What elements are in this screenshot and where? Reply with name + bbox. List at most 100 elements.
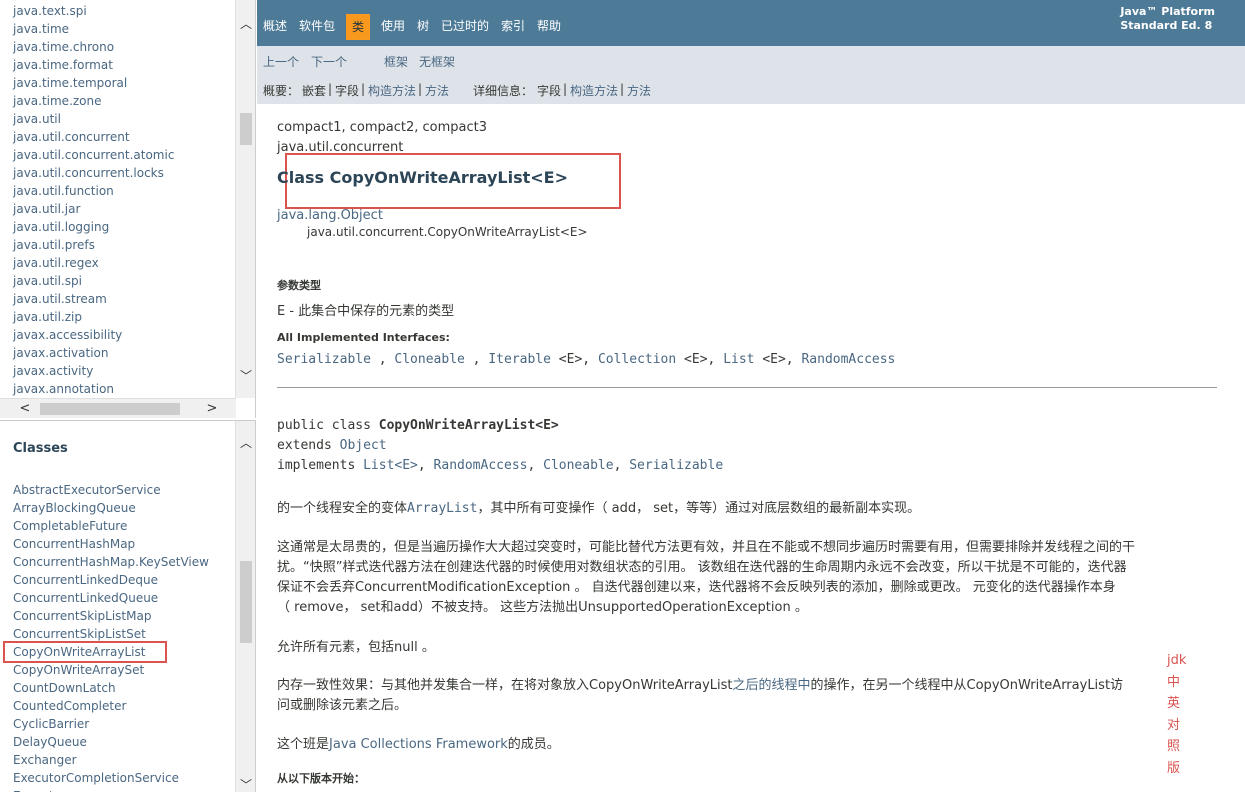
class-list-frame: Classes AbstractExecutorService ArrayBloc…	[0, 420, 256, 792]
declaration-line1: public class CopyOnWriteArrayList<E>	[277, 418, 559, 433]
nav-package[interactable]: 软件包	[299, 14, 335, 42]
inherit-object-link[interactable]: java.lang.Object	[277, 208, 383, 223]
scroll-down-icon[interactable]: ﹀	[236, 775, 255, 792]
platform-label: Java™ Platform Standard Ed. 8	[1120, 5, 1215, 32]
class-link[interactable]: ConcurrentLinkedDeque	[13, 571, 233, 589]
next-class-link[interactable]: 下一个	[311, 53, 347, 70]
class-list: AbstractExecutorService ArrayBlockingQueu…	[3, 481, 233, 792]
inherit-class: java.util.concurrent.CopyOnWriteArrayLis…	[307, 225, 588, 239]
scrollbar-thumb[interactable]	[240, 113, 252, 145]
class-link[interactable]: ExecutorCompletionService	[13, 769, 233, 787]
class-link[interactable]: Executors	[13, 787, 233, 792]
summary-constructor-link[interactable]: 构造方法	[368, 82, 416, 99]
interface-link[interactable]: List	[723, 352, 754, 367]
package-link[interactable]: java.util.concurrent.atomic	[13, 146, 233, 164]
collections-framework-link[interactable]: Java Collections Framework	[329, 737, 508, 752]
class-list-vertical-scrollbar[interactable]: ︿ ﹀	[235, 421, 255, 792]
package-link[interactable]: java.util.jar	[13, 200, 233, 218]
summary-label: 概要：	[263, 84, 300, 98]
scrollbar-thumb[interactable]	[40, 403, 180, 415]
cloneable-link[interactable]: Cloneable	[543, 458, 613, 473]
package-link[interactable]: javax.annotation	[13, 380, 233, 398]
detail-constructor-link[interactable]: 构造方法	[570, 82, 618, 99]
package-link[interactable]: java.util.zip	[13, 308, 233, 326]
package-link[interactable]: java.util.stream	[13, 290, 233, 308]
class-link[interactable]: ArrayBlockingQueue	[13, 499, 233, 517]
detail-label: 详细信息：	[473, 84, 534, 98]
frames-link[interactable]: 框架	[384, 53, 408, 70]
nav-overview[interactable]: 概述	[263, 14, 287, 42]
nav-help[interactable]: 帮助	[537, 14, 561, 42]
no-frames-link[interactable]: 无框架	[419, 53, 455, 70]
scroll-right-icon[interactable]: >	[202, 399, 222, 418]
class-link[interactable]: ConcurrentSkipListMap	[13, 607, 233, 625]
arraylist-link[interactable]: ArrayList	[407, 501, 477, 516]
package-link[interactable]: java.util.logging	[13, 218, 233, 236]
package-link[interactable]: java.util.regex	[13, 254, 233, 272]
compact-profiles: compact1, compact2, compact3	[277, 120, 488, 135]
package-link[interactable]: java.util.prefs	[13, 236, 233, 254]
nav-use[interactable]: 使用	[381, 14, 405, 42]
package-link[interactable]: java.text.spi	[13, 2, 233, 20]
package-list-vertical-scrollbar[interactable]: ︿ ﹀	[235, 0, 255, 398]
type-params-label: 参数类型	[277, 279, 321, 292]
description-p3: 允许所有元素，包括null 。	[277, 640, 435, 655]
package-link[interactable]: java.time.chrono	[13, 38, 233, 56]
interface-suffix: ,	[370, 352, 387, 367]
package-link[interactable]: java.util.concurrent	[13, 128, 233, 146]
interface-link[interactable]: Cloneable	[394, 352, 464, 367]
class-link[interactable]: CompletableFuture	[13, 517, 233, 535]
random-access-link[interactable]: RandomAccess	[434, 458, 528, 473]
nav-class: 类	[346, 14, 371, 40]
class-link[interactable]: CyclicBarrier	[13, 715, 233, 733]
interface-link[interactable]: Collection	[598, 352, 676, 367]
class-link[interactable]: ConcurrentSkipListSet	[13, 625, 233, 643]
sub-navbar: 上一个 下一个 框架 无框架 概要： 嵌套 | 字段 | 构造方法 | 方法 详…	[257, 46, 1245, 104]
list-link[interactable]: List<E>	[363, 458, 418, 473]
class-link-selected[interactable]: CopyOnWriteArrayList	[3, 641, 167, 663]
class-link[interactable]: ConcurrentHashMap.KeySetView	[13, 553, 233, 571]
class-link[interactable]: ConcurrentLinkedQueue	[13, 589, 233, 607]
happens-before-link[interactable]: 之后的线程中	[733, 678, 811, 693]
package-link[interactable]: javax.accessibility	[13, 326, 233, 344]
package-link[interactable]: java.time.zone	[13, 92, 233, 110]
scroll-up-icon[interactable]: ︿	[236, 14, 255, 34]
package-link[interactable]: java.time.format	[13, 56, 233, 74]
class-link[interactable]: CountDownLatch	[13, 679, 233, 697]
scroll-left-icon[interactable]: <	[15, 399, 35, 418]
class-link[interactable]: DelayQueue	[13, 733, 233, 751]
version-annotation: jdk 中英对照版	[1167, 650, 1191, 779]
nav-index[interactable]: 索引	[501, 14, 525, 42]
class-link[interactable]: ConcurrentHashMap	[13, 535, 233, 553]
scroll-down-icon[interactable]: ﹀	[236, 366, 255, 386]
summary-method-link[interactable]: 方法	[425, 82, 449, 99]
class-link[interactable]: CountedCompleter	[13, 697, 233, 715]
serializable-link[interactable]: Serializable	[629, 458, 723, 473]
class-link[interactable]: AbstractExecutorService	[13, 481, 233, 499]
interface-link[interactable]: Serializable	[277, 352, 371, 367]
description-p2-line1: 这通常是太昂贵的，但是当遍历操作大大超过突变时，可能比替代方法更有效，并且在不能…	[277, 540, 1136, 555]
scrollbar-thumb[interactable]	[240, 561, 252, 643]
package-link[interactable]: java.util.concurrent.locks	[13, 164, 233, 182]
package-list-horizontal-scrollbar[interactable]: < >	[0, 398, 236, 418]
object-link[interactable]: Object	[340, 438, 387, 453]
package-link[interactable]: java.util	[13, 110, 233, 128]
package-link[interactable]: java.time.temporal	[13, 74, 233, 92]
interface-link[interactable]: RandomAccess	[801, 352, 895, 367]
package-link[interactable]: javax.activity	[13, 362, 233, 380]
package-link[interactable]: java.time	[13, 20, 233, 38]
package-link[interactable]: java.util.function	[13, 182, 233, 200]
prev-class-link[interactable]: 上一个	[263, 53, 299, 70]
detail-method-link[interactable]: 方法	[627, 82, 651, 99]
implemented-interfaces-label: All Implemented Interfaces:	[277, 331, 450, 344]
class-link[interactable]: CopyOnWriteArraySet	[13, 661, 233, 679]
package-list-frame: java.text.spi java.time java.time.chrono ja…	[0, 0, 256, 418]
scroll-up-icon[interactable]: ︿	[236, 433, 255, 453]
nav-deprecated[interactable]: 已过时的	[441, 14, 489, 42]
class-link[interactable]: Exchanger	[13, 751, 233, 769]
package-link[interactable]: javax.activation	[13, 344, 233, 362]
package-link[interactable]: java.util.spi	[13, 272, 233, 290]
interface-link[interactable]: Iterable	[488, 352, 551, 367]
since-label: 从以下版本开始：	[277, 772, 365, 785]
nav-tree[interactable]: 树	[417, 14, 429, 42]
